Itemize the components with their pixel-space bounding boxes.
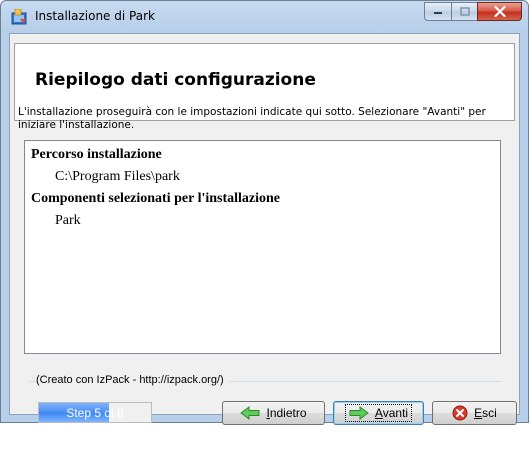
close-button[interactable] (477, 2, 522, 21)
summary-panel[interactable]: Percorso installazione C:\Program Files\… (24, 140, 501, 354)
next-button[interactable]: Avanti (333, 401, 424, 425)
progress-label: Step 5 di 8 (66, 406, 124, 420)
focus-outline: Avanti (344, 404, 413, 422)
next-button-label: Avanti (374, 406, 409, 420)
minimize-icon (434, 11, 442, 14)
close-circle-icon (452, 405, 468, 421)
arrow-right-icon (349, 406, 369, 420)
quit-button[interactable]: Esci (432, 401, 517, 425)
summary-section-value: Park (55, 213, 81, 228)
caption-buttons (424, 2, 522, 21)
page-title: Riepilogo dati configurazione (35, 70, 316, 90)
close-icon (493, 6, 506, 17)
arrow-left-icon (240, 406, 260, 420)
back-button[interactable]: Indietro (222, 401, 325, 425)
quit-button-label: Esci (474, 406, 497, 420)
window-title: Installazione di Park (35, 9, 155, 23)
back-button-label: Indietro (266, 406, 307, 420)
title-bar[interactable]: Installazione di Park (1, 1, 528, 33)
summary-section-title: Percorso installazione (31, 147, 162, 162)
summary-section-title: Componenti selezionati per l'installazio… (31, 191, 281, 206)
step-progress-bar: Step 5 di 8 (38, 402, 152, 423)
minimize-button[interactable] (424, 2, 451, 21)
summary-section-value: C:\Program Files\park (55, 169, 180, 184)
maximize-button[interactable] (451, 2, 477, 21)
maximize-icon (459, 7, 470, 16)
intro-text: L'installazione proseguirà con le impost… (18, 106, 486, 131)
izpack-credit: (Creato con IzPack - http://izpack.org/) (36, 374, 228, 386)
installer-icon (11, 8, 27, 25)
